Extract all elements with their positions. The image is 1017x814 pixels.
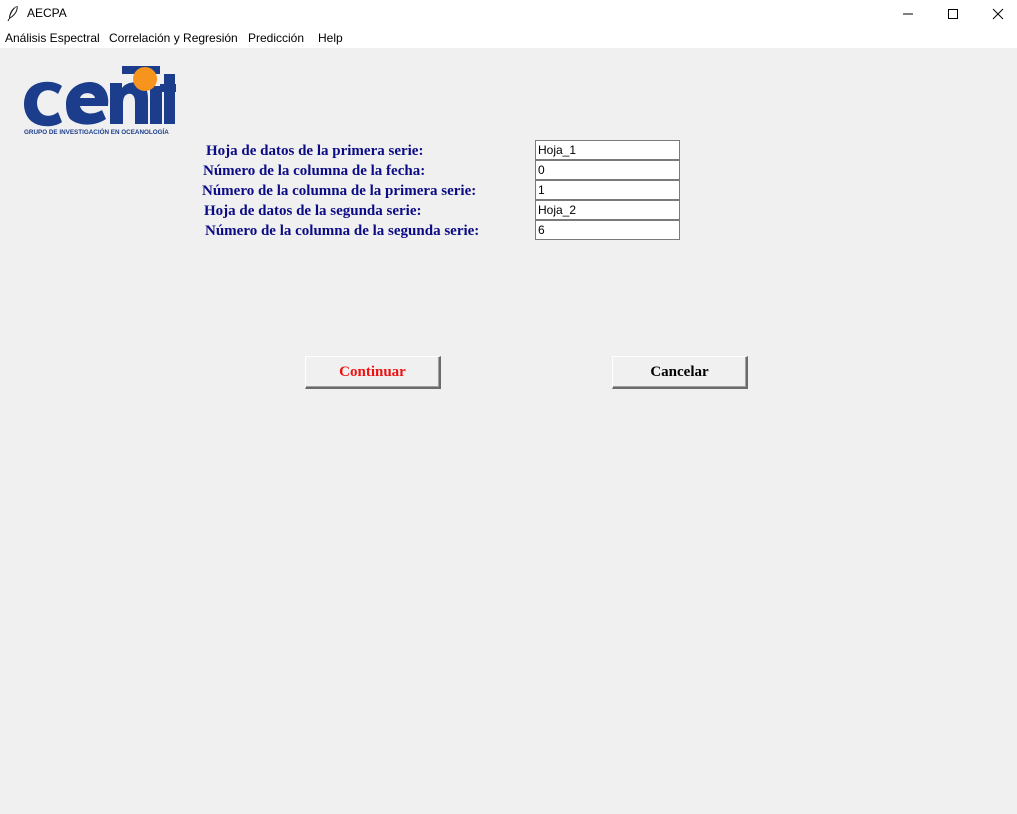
primera-serie-hoja-input[interactable] bbox=[535, 140, 680, 160]
columna-segunda-serie-input[interactable] bbox=[535, 220, 680, 240]
close-icon bbox=[992, 8, 1004, 20]
cancelar-button[interactable]: Cancelar bbox=[612, 356, 748, 389]
maximize-button[interactable] bbox=[930, 0, 976, 28]
feather-icon bbox=[6, 5, 20, 22]
label-primera-serie-hoja: Hoja de datos de la primera serie: bbox=[206, 143, 424, 159]
label-columna-fecha: Número de la columna de la fecha: bbox=[203, 163, 426, 179]
minimize-button[interactable] bbox=[885, 0, 931, 28]
columna-primera-serie-input[interactable] bbox=[535, 180, 680, 200]
logo-subtitle: GRUPO DE INVESTIGACIÓN EN OCEANOLOGÍA bbox=[24, 127, 169, 136]
menu-bar: Análisis Espectral Correlación y Regresi… bbox=[0, 28, 1017, 48]
segunda-serie-hoja-input[interactable] bbox=[535, 200, 680, 220]
menu-correlacion-regresion[interactable]: Correlación y Regresión bbox=[109, 31, 238, 45]
minimize-icon bbox=[903, 13, 913, 15]
continuar-button[interactable]: Continuar bbox=[305, 356, 441, 389]
menu-prediccion[interactable]: Predicción bbox=[248, 31, 304, 45]
maximize-icon bbox=[948, 9, 958, 19]
close-button[interactable] bbox=[975, 0, 1017, 28]
label-segunda-serie-hoja: Hoja de datos de la segunda serie: bbox=[204, 203, 422, 219]
menu-help[interactable]: Help bbox=[318, 31, 343, 45]
app-window: AECPA Análisis Espectral Correlación y R… bbox=[0, 0, 1017, 814]
cenit-logo: GRUPO DE INVESTIGACIÓN EN OCEANOLOGÍA bbox=[22, 64, 176, 138]
title-bar[interactable]: AECPA bbox=[0, 0, 1017, 28]
window-title: AECPA bbox=[27, 6, 67, 20]
menu-analisis-espectral[interactable]: Análisis Espectral bbox=[5, 31, 100, 45]
label-columna-segunda-serie: Número de la columna de la segunda serie… bbox=[205, 223, 480, 239]
label-columna-primera-serie: Número de la columna de la primera serie… bbox=[202, 183, 477, 199]
columna-fecha-input[interactable] bbox=[535, 160, 680, 180]
